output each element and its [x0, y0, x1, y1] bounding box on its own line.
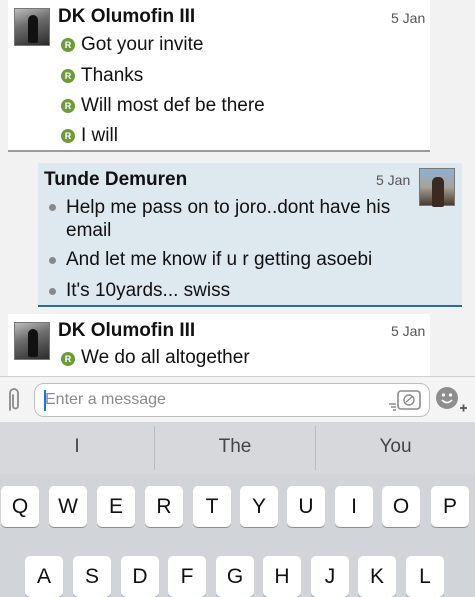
key-u[interactable]: U — [287, 486, 325, 527]
key-i[interactable]: I — [335, 486, 373, 527]
key-t[interactable]: T — [193, 486, 231, 527]
message-text: Help me pass on to joro..dont have his e… — [66, 197, 391, 241]
read-receipt-icon: R — [61, 99, 75, 113]
key-y[interactable]: Y — [240, 486, 278, 527]
message-text: And let me know if u r getting asoebi — [66, 249, 373, 270]
bullet-icon — [49, 288, 56, 295]
avatar[interactable] — [14, 8, 50, 46]
key-g[interactable]: G — [216, 556, 254, 597]
key-l[interactable]: L — [406, 556, 444, 597]
message-text: Got your invite — [81, 34, 204, 55]
avatar[interactable] — [419, 168, 455, 207]
suggestion-item[interactable]: I — [0, 422, 154, 474]
suggestion-bar: I The You — [0, 422, 475, 474]
key-h[interactable]: H — [263, 556, 301, 597]
chat-area[interactable]: DK Olumofin III 5 Jan R Got your invite … — [0, 0, 475, 376]
suggestion-item[interactable]: The — [155, 422, 315, 474]
sender-name: DK Olumofin III — [58, 6, 196, 27]
read-receipt-icon: R — [61, 38, 75, 52]
message-text: Will most def be there — [81, 95, 265, 116]
key-k[interactable]: K — [358, 556, 396, 597]
key-s[interactable]: S — [73, 556, 111, 597]
message-date: 5 Jan — [391, 10, 426, 26]
message-group-own: Tunde Demuren 5 Jan Help me pass on to j… — [38, 163, 462, 307]
key-p[interactable]: P — [431, 486, 469, 527]
message-composer — [0, 376, 475, 422]
key-a[interactable]: A — [25, 556, 63, 597]
sender-name: DK Olumofin III — [58, 320, 196, 341]
message-group: DK Olumofin III 5 Jan R We do all altoge… — [8, 314, 430, 376]
paperclip-icon[interactable] — [4, 386, 24, 414]
message-date: 5 Jan — [391, 323, 426, 339]
sender-name: Tunde Demuren — [44, 169, 188, 190]
message-date: 5 Jan — [376, 172, 411, 188]
message-text: It's 10yards... swiss — [66, 280, 231, 301]
key-d[interactable]: D — [121, 556, 159, 597]
message-text: Thanks — [81, 65, 144, 86]
avatar[interactable] — [14, 322, 50, 360]
key-j[interactable]: J — [311, 556, 349, 597]
key-q[interactable]: Q — [1, 486, 39, 527]
keyboard: I The You Q W E R T Y U I O P A S D F G … — [0, 422, 475, 597]
key-o[interactable]: O — [382, 486, 420, 527]
message-input[interactable] — [45, 388, 375, 412]
key-r[interactable]: R — [145, 486, 183, 527]
message-text: We do all altogether — [81, 347, 250, 368]
message-text: I will — [81, 125, 118, 146]
bullet-icon — [49, 257, 56, 264]
key-f[interactable]: F — [168, 556, 206, 597]
key-e[interactable]: E — [97, 486, 135, 527]
read-receipt-icon: R — [61, 129, 75, 143]
message-group: DK Olumofin III 5 Jan R Got your invite … — [8, 0, 430, 152]
suggestion-item[interactable]: You — [316, 422, 475, 474]
sticker-icon[interactable] — [387, 388, 423, 414]
read-receipt-icon: R — [61, 352, 75, 366]
message-input-box[interactable] — [34, 383, 430, 417]
emoji-add-icon[interactable] — [434, 384, 468, 416]
bullet-icon — [49, 204, 56, 211]
read-receipt-icon: R — [61, 69, 75, 83]
key-w[interactable]: W — [49, 486, 87, 527]
